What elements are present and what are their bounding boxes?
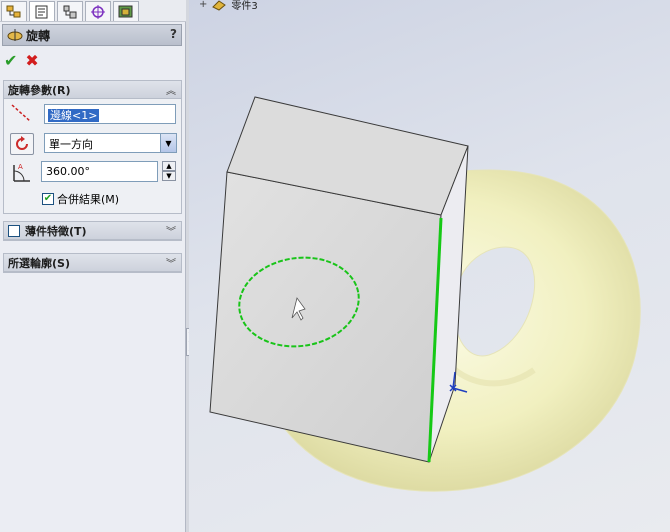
merge-result-checkbox[interactable]: ✔	[42, 193, 54, 205]
property-icon	[35, 5, 48, 18]
expand-icon[interactable]: +	[199, 0, 207, 10]
expand-chevron-icon[interactable]: ︾	[166, 255, 176, 270]
model-scene[interactable]	[189, 0, 670, 532]
spin-up-icon[interactable]: ▲	[162, 161, 176, 171]
thin-feature-header[interactable]: 薄件特徵(T) ︾	[4, 222, 181, 240]
angle-spinner[interactable]: ▲ ▼	[162, 161, 176, 182]
crosshair-icon	[91, 4, 105, 19]
thin-feature-checkbox[interactable]	[8, 224, 20, 237]
merge-result-row[interactable]: ✔ 合併結果(M)	[42, 191, 119, 207]
selected-contours-group: 所選輪廓(S) ︾	[3, 253, 182, 273]
manager-tabs	[0, 0, 186, 22]
selected-contours-title: 所選輪廓(S)	[8, 256, 70, 270]
angle-value: 360.00°	[46, 165, 90, 178]
direction-value: 單一方向	[49, 138, 93, 151]
axis-value: 邊線<1>	[48, 109, 100, 122]
feature-title: 旋轉	[26, 28, 51, 43]
sketch-box[interactable]	[209, 96, 469, 463]
ok-cancel-bar: ✔ ✖	[4, 52, 39, 70]
tab-configuration-manager[interactable]	[57, 1, 83, 21]
part-name: 零件3	[231, 1, 258, 12]
axis-selection-box[interactable]: 邊線<1>	[44, 104, 176, 124]
cancel-button[interactable]: ✖	[25, 52, 38, 70]
merge-result-label: 合併結果(M)	[57, 193, 120, 206]
direction-select[interactable]: 單一方向 ▼	[44, 133, 177, 153]
svg-text:A: A	[18, 163, 23, 171]
selected-contours-header[interactable]: 所選輪廓(S) ︾	[4, 254, 181, 272]
reverse-direction-button[interactable]	[10, 133, 34, 155]
ok-button[interactable]: ✔	[4, 52, 17, 70]
collapse-chevron-icon[interactable]: ︽	[166, 82, 176, 97]
spin-down-icon[interactable]: ▼	[162, 171, 176, 181]
tab-dimxpert-manager[interactable]	[85, 1, 111, 21]
angle-input[interactable]: 360.00°	[41, 161, 158, 182]
part-icon	[212, 0, 227, 11]
feature-titlebar: 旋轉 ?	[2, 24, 182, 46]
revolve-icon	[7, 29, 23, 41]
thin-feature-group: 薄件特徵(T) ︾	[3, 221, 182, 241]
expand-chevron-icon[interactable]: ︾	[166, 223, 176, 238]
tab-display-manager[interactable]	[113, 1, 139, 21]
reverse-arrow-icon	[16, 136, 28, 150]
display-icon	[118, 5, 133, 17]
axis-edge-icon	[11, 104, 31, 122]
tab-feature-manager[interactable]	[1, 1, 27, 21]
property-manager-panel: 旋轉 ? ✔ ✖ 旋轉參數(R) ︽ 邊線<1> 單一方向 ▼ A 360.00…	[0, 0, 186, 532]
graphics-viewport[interactable]: + 零件3	[189, 0, 670, 532]
configuration-icon	[63, 5, 77, 18]
revolve-params-group: 旋轉參數(R) ︽ 邊線<1> 單一方向 ▼ A 360.00° ▲ ▼ ✔ 合…	[3, 80, 182, 214]
angle-icon: A	[13, 163, 30, 182]
revolve-params-header[interactable]: 旋轉參數(R) ︽	[4, 81, 181, 99]
feature-tree-icon	[6, 5, 21, 17]
part-tree-node[interactable]: + 零件3	[199, 0, 258, 12]
tab-property-manager[interactable]	[29, 1, 55, 21]
dropdown-arrow-icon[interactable]: ▼	[160, 134, 176, 152]
revolve-params-title: 旋轉參數(R)	[8, 83, 71, 97]
help-button[interactable]: ?	[170, 27, 177, 41]
thin-feature-title: 薄件特徵(T)	[25, 224, 87, 238]
